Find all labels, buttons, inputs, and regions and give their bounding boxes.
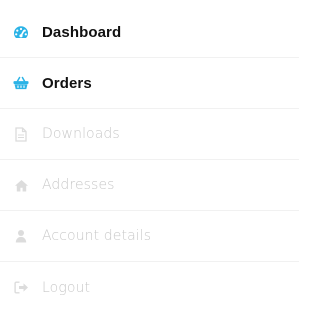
nav-item-downloads[interactable]: Downloads: [0, 109, 299, 160]
nav-item-label: Downloads: [42, 126, 120, 142]
nav-item-dashboard[interactable]: Dashboard: [0, 0, 299, 58]
nav-item-label: Addresses: [42, 177, 115, 193]
nav-item-label: Orders: [42, 74, 92, 92]
nav-item-orders[interactable]: Orders: [0, 58, 299, 109]
nav-item-label: Account details: [42, 228, 152, 244]
home-icon: [13, 177, 29, 193]
file-icon: [13, 126, 29, 142]
nav-item-account-details[interactable]: Account details: [0, 211, 299, 262]
basket-icon: [13, 75, 29, 91]
dashboard-icon: [13, 24, 29, 40]
nav-item-label: Dashboard: [42, 23, 122, 41]
nav-item-label: Logout: [42, 279, 91, 296]
nav-item-logout[interactable]: Logout: [0, 262, 299, 313]
user-icon: [13, 228, 29, 244]
nav-item-addresses[interactable]: Addresses: [0, 160, 299, 211]
account-navigation: Dashboard Orders Downloads Addresses Acc…: [0, 0, 299, 313]
sign-out-icon: [13, 280, 29, 296]
